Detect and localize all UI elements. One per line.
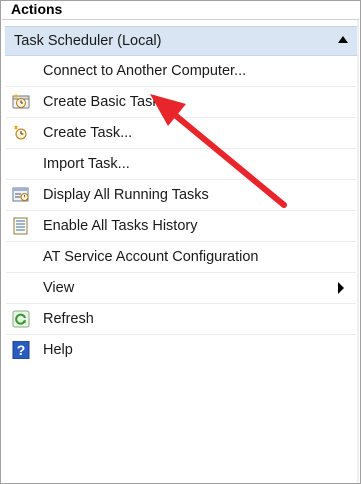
action-display-all-running-tasks[interactable]: Display All Running Tasks bbox=[6, 180, 356, 211]
action-label: Enable All Tasks History bbox=[43, 218, 198, 234]
action-import-task[interactable]: Import Task... bbox=[6, 149, 356, 180]
action-connect-to-another-computer[interactable]: Connect to Another Computer... bbox=[6, 56, 356, 87]
tasks-history-icon bbox=[12, 217, 30, 235]
action-label: Create Basic Task... bbox=[43, 94, 172, 110]
action-enable-all-tasks-history[interactable]: Enable All Tasks History bbox=[6, 211, 356, 242]
action-label: View bbox=[43, 280, 75, 296]
action-label: Create Task... bbox=[43, 125, 133, 141]
scrollbar[interactable] bbox=[357, 20, 359, 483]
action-label: Import Task... bbox=[43, 156, 130, 172]
action-refresh[interactable]: Refresh bbox=[6, 304, 356, 335]
action-label: Refresh bbox=[43, 311, 94, 327]
actions-pane-title: Actions bbox=[11, 1, 63, 17]
refresh-icon bbox=[12, 310, 30, 328]
action-help[interactable]: ? Help bbox=[6, 335, 356, 365]
action-label: Help bbox=[43, 342, 73, 358]
action-create-basic-task[interactable]: Create Basic Task... bbox=[6, 87, 356, 118]
running-tasks-icon bbox=[12, 186, 30, 204]
svg-text:?: ? bbox=[17, 342, 26, 358]
action-label: Connect to Another Computer... bbox=[43, 63, 247, 79]
action-at-service-account-configuration[interactable]: AT Service Account Configuration bbox=[6, 242, 356, 273]
actions-pane-header: Actions bbox=[2, 1, 359, 20]
triangle-right-icon bbox=[338, 282, 344, 294]
create-basic-task-icon bbox=[12, 93, 30, 111]
action-create-task[interactable]: Create Task... bbox=[6, 118, 356, 149]
section-title: Task Scheduler (Local) bbox=[14, 33, 162, 49]
help-icon: ? bbox=[12, 340, 30, 360]
section-header-task-scheduler[interactable]: Task Scheduler (Local) bbox=[5, 26, 357, 56]
action-view[interactable]: View bbox=[6, 273, 356, 304]
create-task-icon bbox=[12, 124, 30, 142]
action-label: Display All Running Tasks bbox=[43, 187, 209, 203]
actions-pane: Actions Task Scheduler (Local) Connect t… bbox=[0, 0, 361, 484]
triangle-up-icon[interactable] bbox=[338, 36, 348, 43]
action-label: AT Service Account Configuration bbox=[43, 249, 259, 265]
